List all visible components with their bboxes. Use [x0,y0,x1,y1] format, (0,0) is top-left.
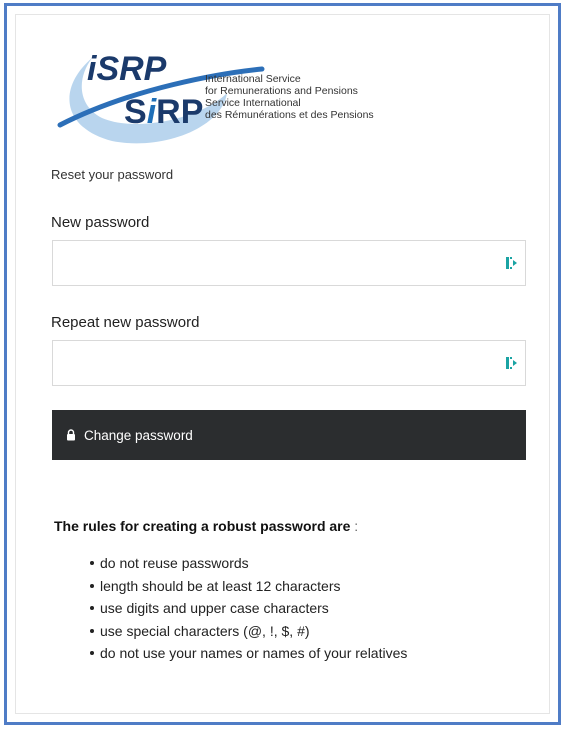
page-heading: Reset your password [51,167,174,182]
password-reveal-icon[interactable] [505,355,519,371]
logo-mark-bottom: SiRP [124,93,203,131]
new-password-field[interactable] [52,240,526,286]
rule-item: do not use your names or names of your r… [90,642,407,665]
rule-item: use special characters (@, !, $, #) [90,620,407,643]
rule-item: use digits and upper case characters [90,597,407,620]
new-password-input[interactable] [53,241,483,285]
logo-mark-top: iSRP [87,50,167,88]
rules-title: The rules for creating a robust password… [54,518,358,534]
rules-title-colon: : [350,518,359,534]
lock-icon [67,429,75,441]
logo-line: for Remunerations and Pensions [205,85,358,97]
new-password-label: New password [51,214,150,231]
logo-line: International Service [205,73,301,85]
repeat-password-field[interactable] [52,340,526,386]
rules-title-text: The rules for creating a robust password… [54,518,351,534]
repeat-password-input[interactable] [53,341,483,385]
change-password-button[interactable]: Change password [52,410,526,460]
rules-list: do not reuse passwords length should be … [90,552,407,665]
logo-line: Service International [205,97,301,109]
repeat-password-label: Repeat new password [51,314,200,331]
logo-text: International Service for Remunerations … [205,73,374,121]
rule-item: do not reuse passwords [90,552,407,575]
password-reveal-icon[interactable] [505,255,519,271]
change-password-label: Change password [84,427,193,443]
rule-item: length should be at least 12 characters [90,575,407,598]
logo-line: des Rémunérations et des Pensions [205,109,374,121]
